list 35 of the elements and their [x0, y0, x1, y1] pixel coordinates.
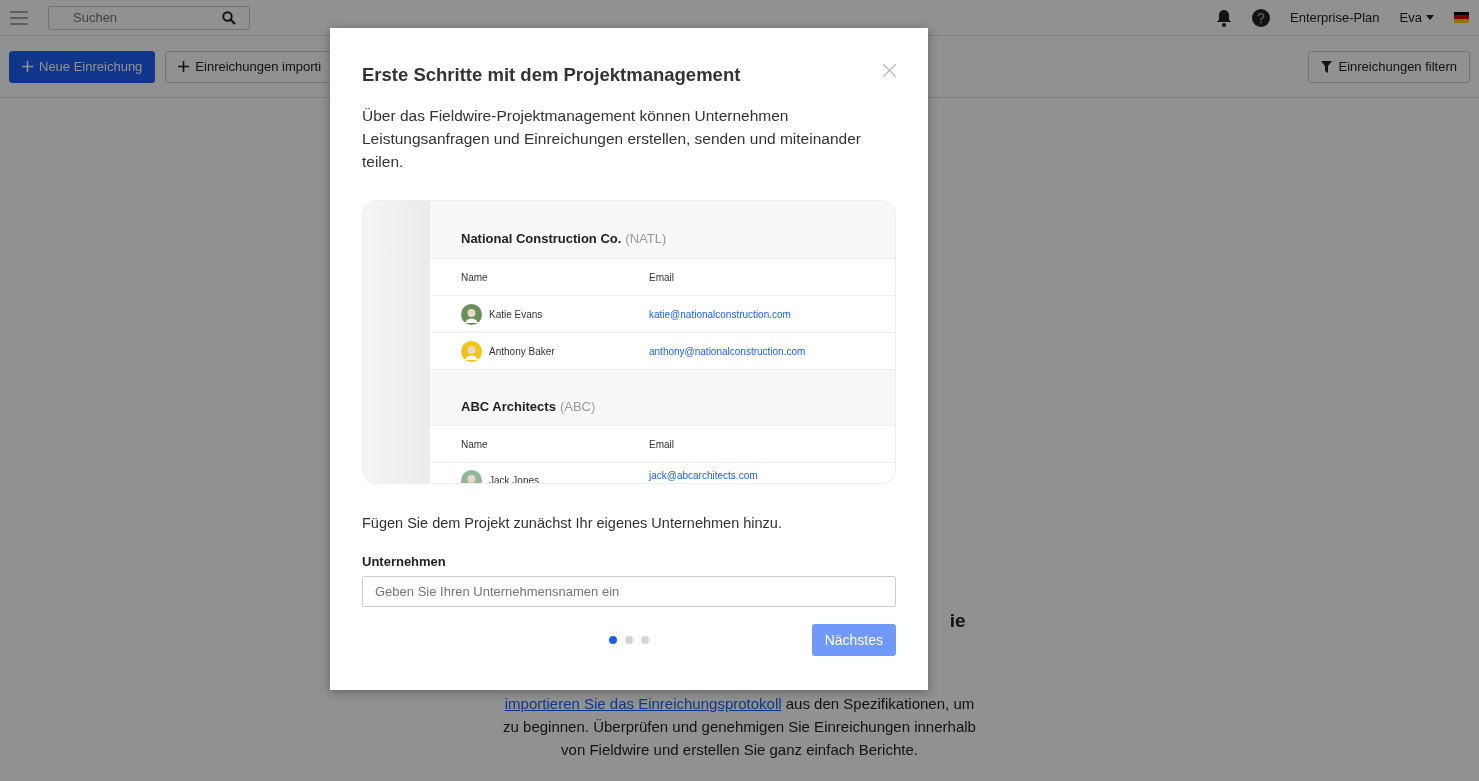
avatar-icon — [461, 340, 482, 362]
step-dot[interactable] — [609, 636, 617, 644]
field-label: Unternehmen — [362, 554, 447, 569]
column-header: Name — [461, 271, 489, 283]
help-icon[interactable] — [1252, 8, 1270, 27]
empty-heading: ie — [949, 610, 966, 632]
company-code: (NATL) — [625, 231, 667, 246]
modal-intro: Über das Fieldwire-Projektmanagement können Unternehmen Leistungsanfragen und Einreichungen erstellen, senden und miteinander teilen. — [362, 106, 862, 172]
company-input[interactable]: Geben Sie Ihren Unternehmensnamen ein — [362, 576, 896, 607]
column-header: Email — [649, 438, 675, 450]
plus-icon — [22, 61, 33, 72]
company-name: ABC Architects — [461, 399, 556, 414]
column-header: Name — [461, 438, 489, 450]
search-icon[interactable] — [222, 10, 236, 25]
flag-icon[interactable] — [1454, 12, 1469, 23]
step-dot[interactable] — [641, 636, 649, 644]
bell-icon[interactable] — [1216, 8, 1232, 27]
step-dot[interactable] — [625, 636, 633, 644]
company-code: (ABC) — [559, 399, 596, 414]
empty-description: importieren Sie das Einreichungsprotokoll aus den Spezifikationen, um zu beginnen. Überprüfen und genehmigen Sie Einreichungen innerhalb von Fieldwire und erstellen Sie ganz einfach Berichte. — [502, 694, 977, 760]
new-submission-button[interactable]: Neue Einreichung — [9, 50, 156, 83]
column-header: Email — [649, 271, 675, 283]
caret-icon — [1426, 15, 1434, 20]
filter-button[interactable]: Einreichungen filtern — [1308, 50, 1470, 83]
search-field[interactable]: Suchen — [48, 5, 250, 30]
plan-link[interactable]: Enterprise-Plan — [1290, 10, 1380, 25]
filter-icon — [1321, 60, 1333, 73]
avatar-icon — [461, 303, 482, 325]
import-link[interactable]: importieren Sie das Einreichungsprotokoll — [504, 695, 782, 712]
person-name: Anthony Baker — [489, 345, 555, 357]
person-name: Katie Evans — [489, 308, 543, 320]
modal-prompt: Fügen Sie dem Projekt zunächst Ihr eigenes Unternehmen hinzu. — [362, 515, 783, 531]
plus-icon — [178, 61, 190, 72]
company-name: National Construction Co. — [461, 231, 622, 246]
user-menu[interactable]: Eva — [1399, 10, 1434, 25]
